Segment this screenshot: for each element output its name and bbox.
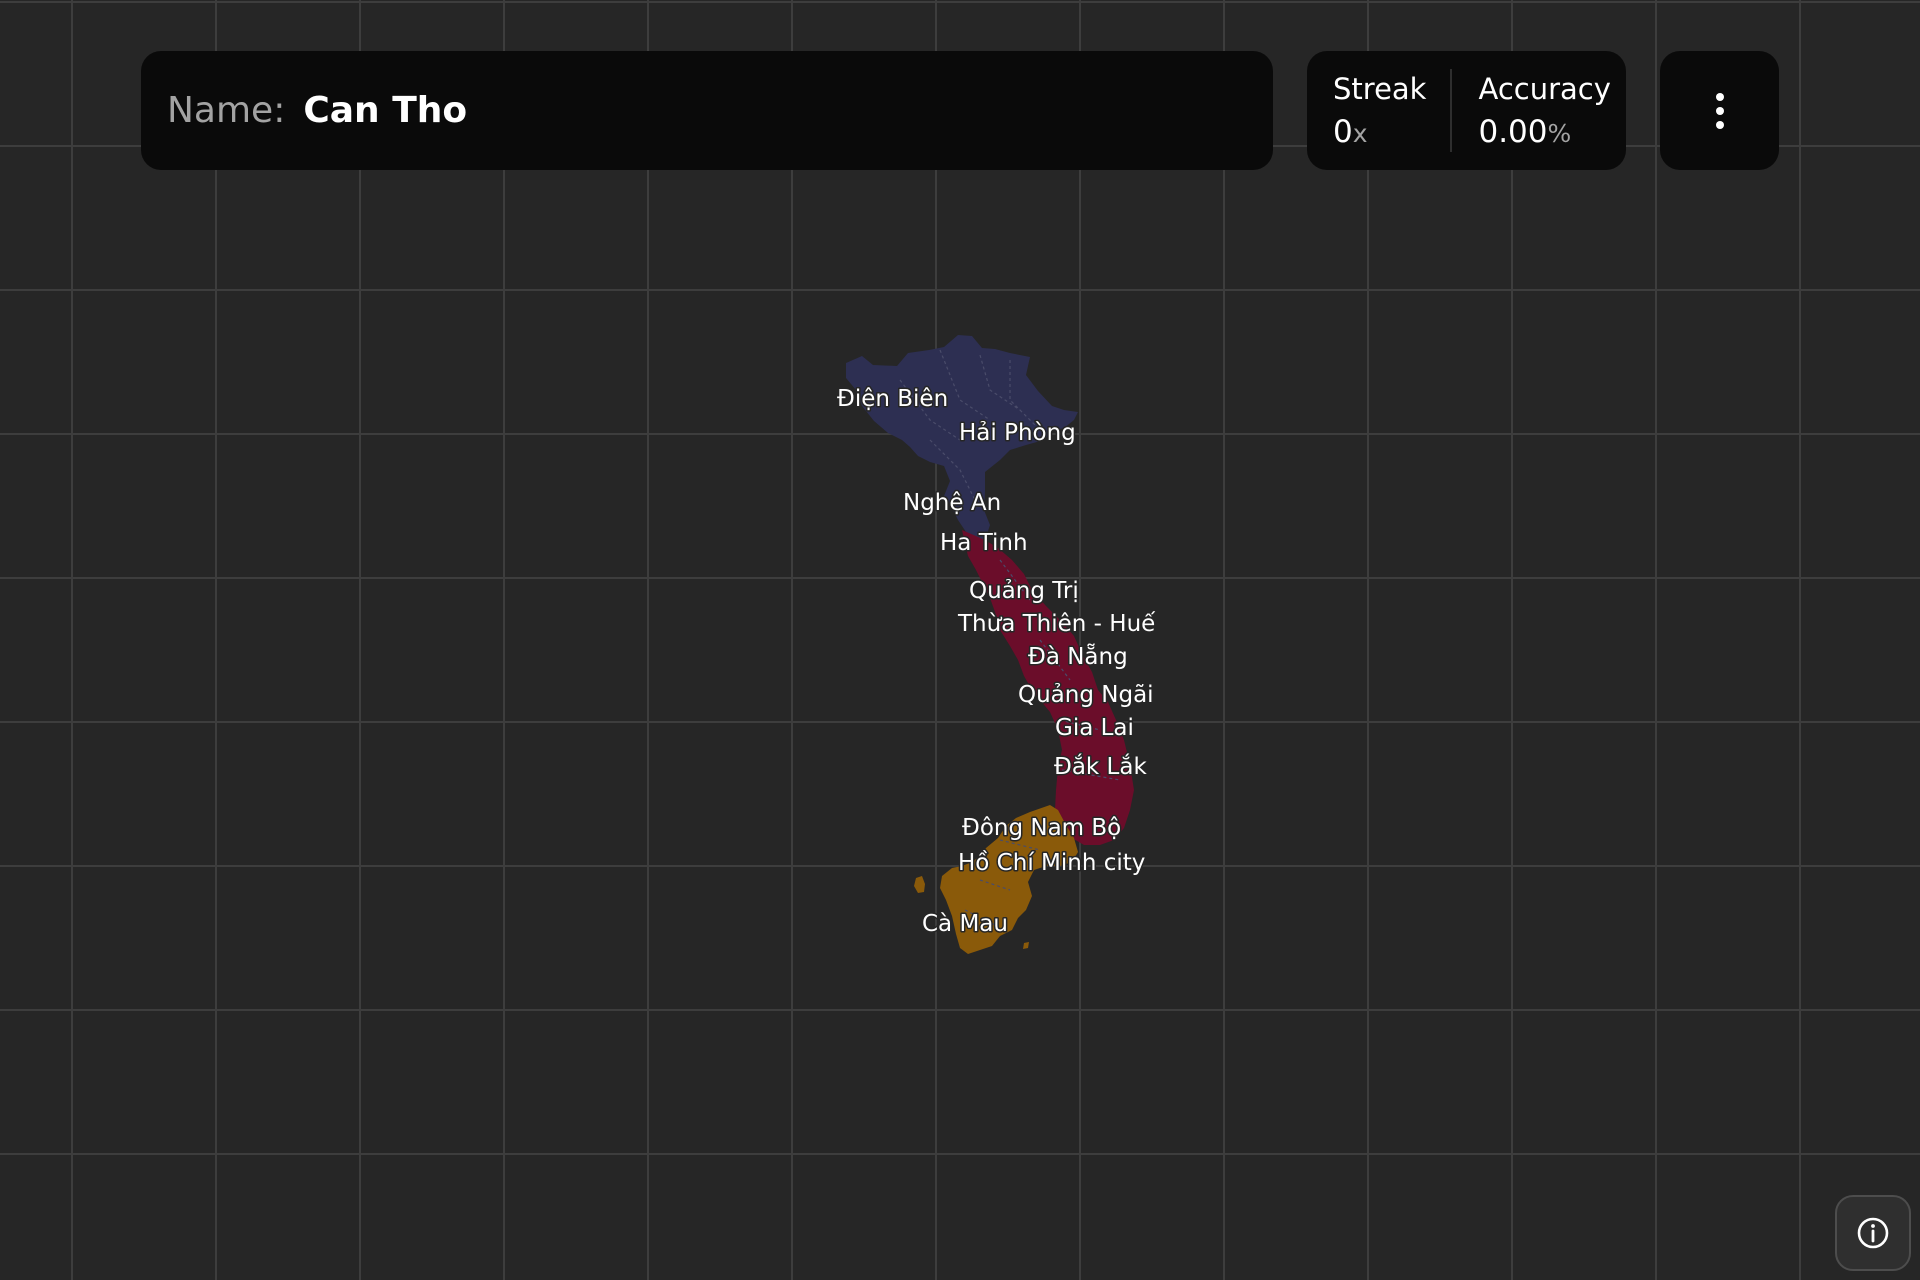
region-label: Nghệ An [903,490,1001,516]
accuracy-label: Accuracy [1478,71,1611,106]
accuracy-value: 0.00 [1478,113,1548,150]
region-label: Gia Lai [1055,715,1134,741]
region-label: Cà Mau [922,911,1008,937]
region-label: Thừa Thiên - Huế [957,611,1156,637]
streak-label: Streak [1333,71,1427,106]
region-label: Điện Biên [837,386,948,412]
region-label: Quảng Trị [969,578,1079,604]
target-name: Can Tho [303,90,468,131]
info-button[interactable] [1835,1195,1911,1271]
region-labels: Điện Biên Hải Phòng Nghệ An Ha Tinh Quảng Tr… [836,385,1158,939]
accuracy-value-wrap: 0.00% [1478,114,1610,150]
streak-stat: Streak 0x [1307,72,1426,150]
accuracy-stat: Accuracy 0.00% [1452,72,1610,150]
game-stage: Điện Biên Hải Phòng Nghệ An Ha Tinh Quảng Tr… [0,0,1920,1280]
region-label: Hải Phòng [959,420,1076,446]
map-island-phu-quoc [914,876,925,893]
region-label: Hồ Chí Minh city [958,850,1145,876]
region-label: Ha Tinh [940,530,1028,556]
region-label: Đắk Lắk [1054,753,1147,780]
name-prompt-panel: Name: Can Tho [141,51,1273,170]
vietnam-map[interactable]: Điện Biên Hải Phòng Nghệ An Ha Tinh Quảng Tr… [0,0,1920,1280]
streak-value: 0 [1333,113,1353,150]
stats-panel: Streak 0x Accuracy 0.00% [1307,51,1626,170]
accuracy-unit: % [1547,118,1572,148]
region-label: Đà Nẵng [1028,642,1128,670]
info-circle-icon [1857,1217,1889,1249]
streak-unit: x [1352,118,1368,148]
map-island-con-dao [1023,942,1029,949]
more-vertical-icon [1715,92,1724,129]
name-label: Name: [167,90,286,131]
streak-value-wrap: 0x [1333,114,1426,150]
region-label: Đông Nam Bộ [962,815,1121,841]
region-label: Quảng Ngãi [1018,682,1154,708]
menu-button[interactable] [1660,51,1779,170]
